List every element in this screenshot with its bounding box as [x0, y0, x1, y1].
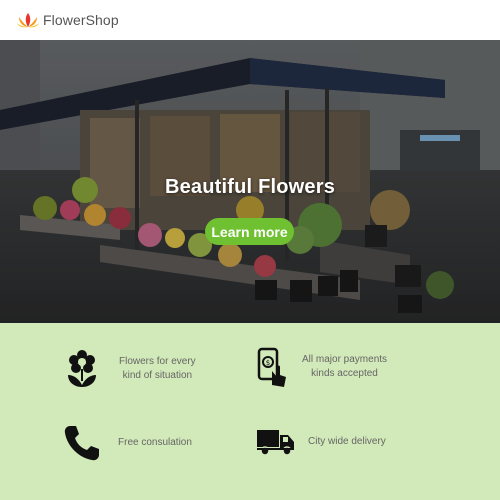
feature-delivery-line1: City wide delivery: [308, 436, 386, 447]
mobile-payment-icon: $: [256, 347, 292, 387]
flower-icon: [64, 349, 100, 389]
brand-name[interactable]: FlowerShop: [43, 12, 119, 28]
feature-flowers: Flowers for every kind of situation: [64, 349, 196, 389]
site-header: FlowerShop: [0, 0, 500, 40]
feature-delivery: City wide delivery: [256, 427, 386, 457]
feature-payments: $ All major payments kinds accepted: [256, 347, 387, 387]
feature-consultation: Free consulation: [62, 423, 192, 463]
feature-payments-line1: All major payments: [302, 354, 388, 365]
phone-icon: [62, 423, 99, 463]
delivery-truck-icon: [256, 427, 296, 457]
hero-title: Beautiful Flowers: [164, 176, 336, 198]
hero-banner: Beautiful Flowers Learn more: [0, 40, 500, 323]
learn-more-button[interactable]: Learn more: [205, 218, 294, 245]
feature-consultation-line1: Free consulation: [118, 437, 192, 448]
svg-text:$: $: [266, 359, 270, 367]
features-section: Flowers for every kind of situation $ Al…: [0, 323, 500, 500]
feature-flowers-line1: Flowers for every: [119, 356, 196, 367]
feature-payments-line2: kinds accepted: [311, 368, 378, 379]
lotus-logo-icon[interactable]: [16, 11, 40, 29]
feature-flowers-line2: kind of situation: [122, 370, 193, 381]
